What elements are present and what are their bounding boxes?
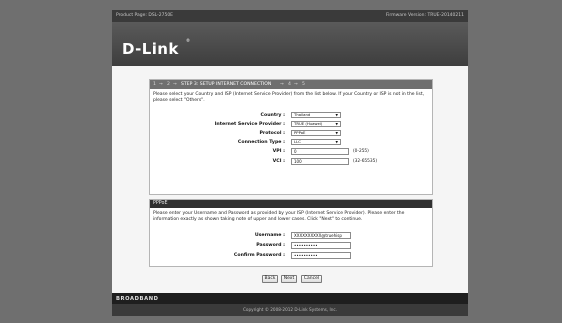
connection-type-row: Connection Type : LLC ▼ [150, 139, 432, 147]
dropdown-arrow-icon: ▼ [335, 122, 338, 126]
product-page-label: Product Page: DSL-2750E [116, 13, 174, 18]
copyright-text: Copyright © 2008-2012 D-Link Systems, In… [112, 304, 468, 316]
broadband-label: BROADBAND [116, 296, 159, 302]
pppoe-instructions: Please enter your Username and Password … [153, 211, 405, 222]
wizard-instructions: Please select your Country and ISP (Inte… [153, 92, 425, 103]
isp-select[interactable]: TRUE (Huawei) ▼ [291, 121, 341, 127]
pppoe-panel: PPPoE Please enter your Username and Pas… [149, 199, 433, 267]
vci-row: VCI : 100 (32-65535) [150, 158, 432, 166]
main-content: 1 → 2 → STEP 3: SETUP INTERNET CONNECTIO… [112, 66, 468, 293]
step-arrow: → [159, 82, 163, 87]
step-2: 2 [167, 82, 170, 87]
dropdown-arrow-icon: ▼ [335, 131, 338, 135]
dropdown-arrow-icon: ▼ [335, 140, 338, 144]
password-label: Password : [256, 243, 285, 248]
step-1: 1 [153, 82, 156, 87]
protocol-row: Protocol : PPPoE ▼ [150, 130, 432, 138]
connection-type-value: LLC [294, 139, 301, 144]
footer-brand-bar: BROADBAND [112, 293, 468, 304]
confirm-password-label: Confirm Password : [233, 253, 285, 258]
registered-mark: ® [186, 38, 190, 43]
wizard-step-bar: 1 → 2 → STEP 3: SETUP INTERNET CONNECTIO… [150, 80, 432, 89]
back-button[interactable]: Back [262, 275, 278, 283]
country-value: Thailand [294, 112, 311, 117]
isp-label: Internet Service Provider : [214, 122, 285, 127]
protocol-label: Protocol : [259, 131, 285, 136]
next-button[interactable]: Next [281, 275, 297, 283]
step-arrow: → [294, 82, 298, 87]
connection-type-select[interactable]: LLC ▼ [291, 139, 341, 145]
top-info-bar: Product Page: DSL-2750E Firmware Version… [112, 10, 468, 22]
vci-label: VCI : [272, 159, 285, 164]
step-arrow: → [173, 82, 177, 87]
isp-value: TRUE (Huawei) [294, 121, 323, 126]
password-input[interactable]: •••••••••• [291, 242, 351, 249]
vpi-label: VPI : [272, 149, 285, 154]
setup-wizard-panel: 1 → 2 → STEP 3: SETUP INTERNET CONNECTIO… [149, 79, 433, 195]
pppoe-title: PPPoE [150, 200, 432, 208]
confirm-password-input[interactable]: •••••••••• [291, 252, 351, 259]
country-select[interactable]: Thailand ▼ [291, 112, 341, 118]
header-banner: D-Link ® [112, 22, 468, 66]
dropdown-arrow-icon: ▼ [335, 113, 338, 117]
cancel-button[interactable]: Cancel [301, 275, 322, 283]
vpi-row: VPI : 0 (0-255) [150, 148, 432, 156]
vpi-input[interactable]: 0 [291, 148, 349, 155]
username-input[interactable]: XXXXXXXXXX@truehisp [291, 232, 351, 239]
connection-type-label: Connection Type : [237, 140, 285, 145]
vpi-range-hint: (0-255) [353, 149, 369, 154]
isp-row: Internet Service Provider : TRUE (Huawei… [150, 121, 432, 129]
step-3-current: STEP 3: SETUP INTERNET CONNECTION [181, 82, 272, 87]
country-label: Country : [260, 113, 285, 118]
country-row: Country : Thailand ▼ [150, 112, 432, 120]
vci-input[interactable]: 100 [291, 158, 349, 165]
username-label: Username : [254, 233, 285, 238]
protocol-select[interactable]: PPPoE ▼ [291, 130, 341, 136]
protocol-value: PPPoE [294, 130, 306, 135]
step-5: 5 [302, 82, 305, 87]
dlink-logo: D-Link [122, 40, 179, 58]
step-arrow: → [280, 82, 284, 87]
firmware-version-label: Firmware Version: TRUE-20140211 [385, 13, 464, 18]
step-4: 4 [288, 82, 291, 87]
router-admin-frame: Product Page: DSL-2750E Firmware Version… [112, 10, 468, 316]
vci-range-hint: (32-65535) [353, 159, 378, 164]
